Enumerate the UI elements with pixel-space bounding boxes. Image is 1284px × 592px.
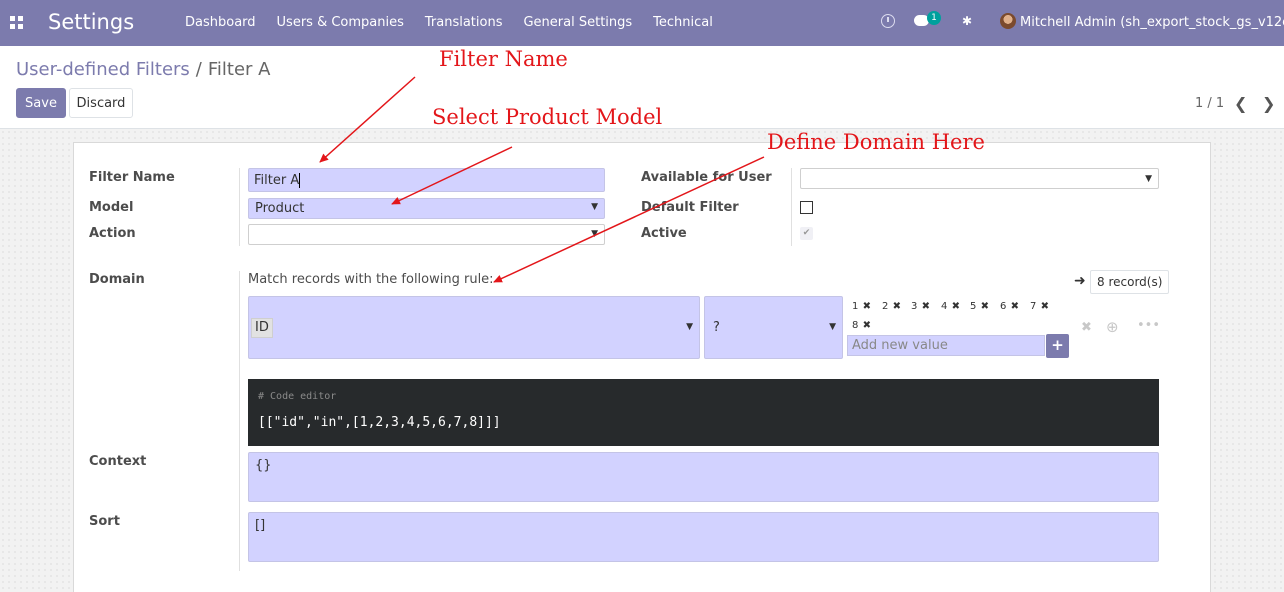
remove-tag-icon[interactable]: ✖ (952, 301, 960, 312)
divider (239, 168, 240, 246)
menu-dashboard[interactable]: Dashboard (185, 15, 256, 30)
pager-previous-icon[interactable]: ❮ (1234, 94, 1247, 113)
domain-match-text: Match records with the following rule: (248, 272, 494, 287)
default-filter-checkbox[interactable] (800, 201, 813, 214)
value-tag: 6 ✖ (1000, 301, 1019, 312)
value-tag: 7 ✖ (1030, 301, 1049, 312)
chat-count-badge: 1 (927, 11, 941, 25)
domain-operator-select[interactable]: ? ▼ (704, 296, 843, 359)
value-tag: 8 ✖ (852, 320, 871, 331)
remove-tag-icon[interactable]: ✖ (893, 301, 901, 312)
domain-field-value: ID (251, 318, 273, 338)
default-filter-label: Default Filter (641, 200, 739, 215)
breadcrumb-parent[interactable]: User-defined Filters (16, 59, 190, 80)
arrow-right-icon: ➜ (1074, 273, 1086, 289)
action-select[interactable]: ▼ (248, 224, 605, 245)
domain-label: Domain (89, 272, 145, 287)
domain-field-select[interactable]: ▼ (248, 296, 700, 359)
model-select[interactable]: Product ▼ (248, 198, 605, 219)
debug-bug-icon[interactable]: ✱ (962, 15, 973, 28)
available-for-user-label: Available for User (641, 170, 772, 185)
context-label: Context (89, 454, 147, 469)
breadcrumb-separator: / (195, 59, 202, 80)
context-textarea[interactable]: {} (248, 452, 1159, 502)
available-for-user-select[interactable]: ▼ (800, 168, 1159, 189)
code-editor-content: [["id","in",[1,2,3,4,5,6,7,8]]] (258, 415, 501, 430)
code-editor[interactable]: # Code editor [["id","in",[1,2,3,4,5,6,7… (248, 379, 1159, 446)
app-title: Settings (48, 10, 135, 34)
remove-tag-icon[interactable]: ✖ (1011, 301, 1019, 312)
annotation-define-domain: Define Domain Here (767, 130, 985, 154)
menu-users-companies[interactable]: Users & Companies (277, 15, 404, 30)
delete-rule-icon[interactable]: ✖ (1081, 320, 1092, 335)
add-value-plus-button[interactable]: + (1046, 334, 1069, 358)
divider (239, 271, 240, 571)
sort-textarea[interactable]: [] (248, 512, 1159, 562)
filter-name-input[interactable]: Filter A (248, 168, 605, 192)
remove-tag-icon[interactable]: ✖ (922, 301, 930, 312)
active-checkbox[interactable]: ✔ (800, 227, 813, 240)
filter-name-label: Filter Name (89, 170, 175, 185)
activity-clock-icon[interactable] (881, 14, 895, 28)
remove-tag-icon[interactable]: ✖ (981, 301, 989, 312)
more-options-icon[interactable]: ••• (1137, 318, 1160, 333)
value-tag: 5 ✖ (970, 301, 989, 312)
annotation-filter-name: Filter Name (439, 47, 568, 71)
top-navbar: Settings Dashboard Users & Companies Tra… (0, 0, 1284, 46)
user-menu[interactable]: Mitchell Admin (sh_export_stock_gs_v12c) (1020, 15, 1284, 30)
discard-button[interactable]: Discard (69, 88, 133, 118)
value-tag: 3 ✖ (911, 301, 930, 312)
main-menu: Dashboard Users & Companies Translations… (185, 15, 734, 30)
menu-general-settings[interactable]: General Settings (523, 15, 632, 30)
value-tag: 4 ✖ (941, 301, 960, 312)
menu-translations[interactable]: Translations (425, 15, 503, 30)
model-label: Model (89, 200, 134, 215)
user-avatar[interactable] (1000, 13, 1016, 29)
remove-tag-icon[interactable]: ✖ (863, 301, 871, 312)
value-tag: 2 ✖ (882, 301, 901, 312)
divider (791, 168, 792, 246)
annotation-select-product-model: Select Product Model (432, 105, 663, 129)
remove-tag-icon[interactable]: ✖ (863, 320, 871, 331)
active-label: Active (641, 226, 687, 241)
save-button[interactable]: Save (16, 88, 66, 118)
action-label: Action (89, 226, 136, 241)
breadcrumb-current: Filter A (207, 59, 271, 80)
records-count-button[interactable]: 8 record(s) (1090, 270, 1170, 294)
sort-label: Sort (89, 514, 120, 529)
breadcrumb: User-defined Filters / Filter A (16, 59, 271, 80)
menu-technical[interactable]: Technical (653, 15, 713, 30)
add-rule-icon[interactable]: ⊕ (1106, 318, 1119, 336)
value-tag: 1 ✖ (852, 301, 871, 312)
remove-tag-icon[interactable]: ✖ (1041, 301, 1049, 312)
code-editor-comment: # Code editor (258, 391, 337, 402)
pager-next-icon[interactable]: ❯ (1262, 94, 1275, 113)
apps-menu-icon[interactable] (10, 16, 23, 29)
pager-value: 1 / 1 (1195, 96, 1225, 111)
add-value-input[interactable]: Add new value (847, 335, 1045, 356)
